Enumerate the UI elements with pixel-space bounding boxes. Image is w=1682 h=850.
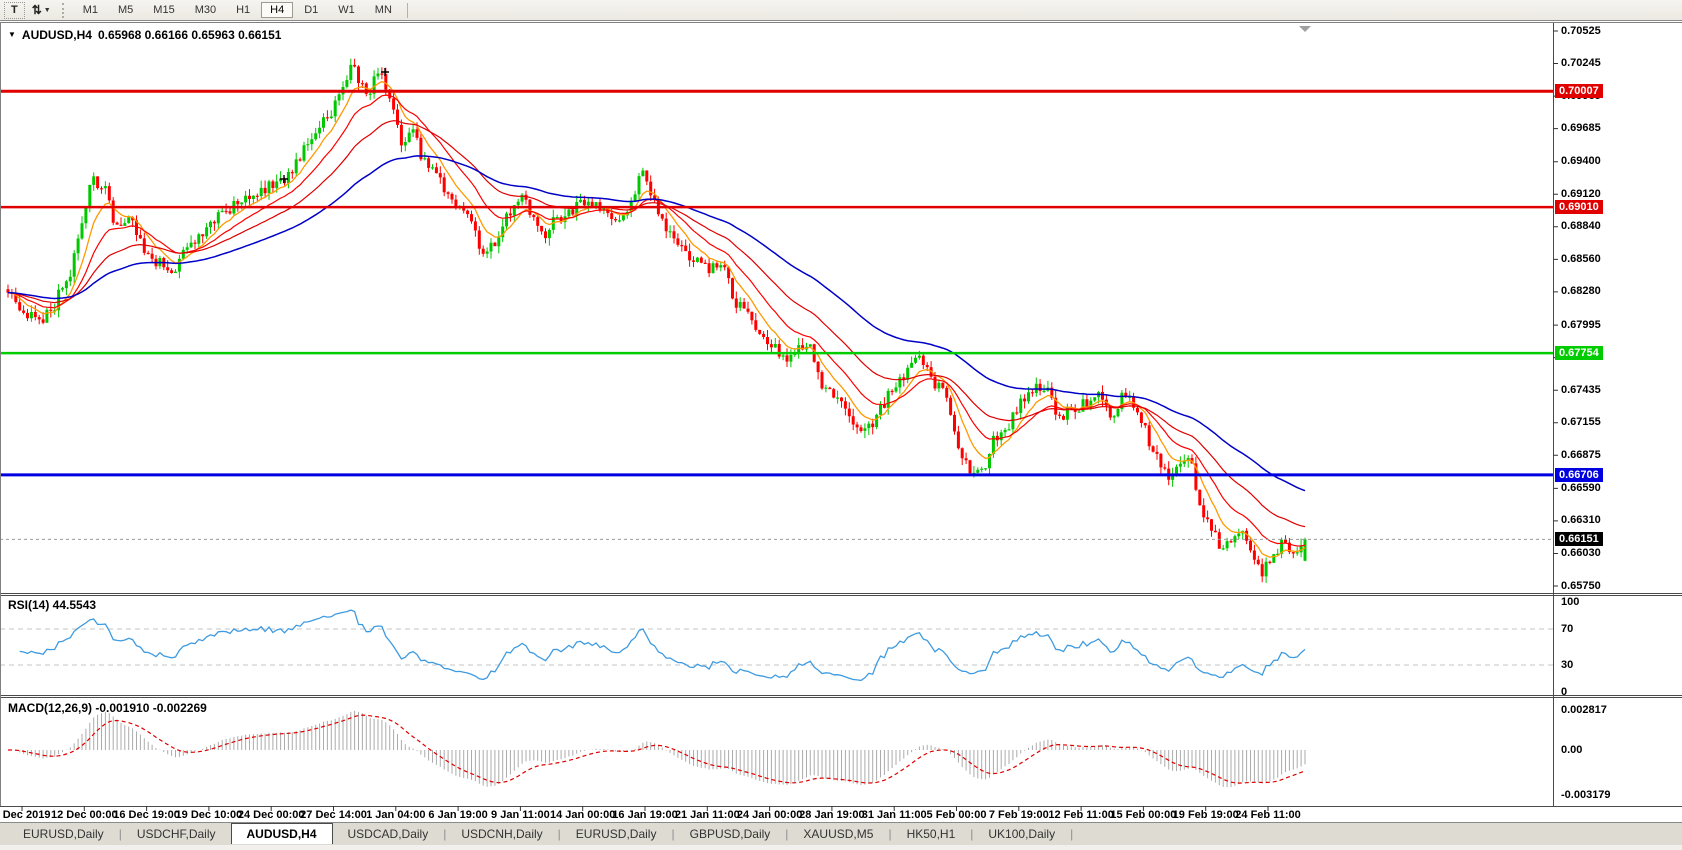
collapse-triangle-icon[interactable]: ▼ (8, 30, 16, 40)
time-tick-label: 15 Feb 00:00 (1110, 809, 1176, 821)
price-tick-label: 0.67155 (1561, 416, 1601, 428)
rsi-label: RSI(14) 44.5543 (8, 598, 96, 612)
timeframe-button-m5[interactable]: M5 (109, 2, 142, 18)
timeframe-button-m15[interactable]: M15 (144, 2, 183, 18)
price-tick-label: 0.65750 (1561, 580, 1601, 592)
time-tick-label: 12 Dec 00:00 (51, 809, 118, 821)
rsi-tick-label: 70 (1561, 623, 1573, 635)
macd-tick-label: 0.002817 (1561, 704, 1607, 716)
chart-tab-usdcad-daily[interactable]: USDCAD,Daily (333, 823, 444, 844)
timeframe-button-mn[interactable]: MN (366, 2, 401, 18)
time-tick-label: 27 Dec 14:00 (300, 809, 367, 821)
time-tick-label: 28 Jan 19:00 (799, 809, 864, 821)
time-tick-label: 24 Feb 11:00 (1235, 809, 1300, 821)
price-tick-label: 0.69400 (1561, 155, 1601, 167)
arrows-icon: ⇅ (32, 3, 42, 17)
price-tick-label: 0.69685 (1561, 122, 1601, 134)
level-price-label: 0.67754 (1555, 346, 1603, 360)
time-tick-label: 9 Dec 2019 (0, 809, 50, 821)
level-price-label: 0.66151 (1555, 532, 1603, 546)
arrows-tool-button[interactable]: ⇅ ▼ (29, 2, 54, 19)
time-tick-label: 12 Feb 11:00 (1048, 809, 1113, 821)
chart-tab-xauusd-m5[interactable]: XAUUSD,M5 (788, 823, 888, 844)
chart-tab-uk100-daily[interactable]: UK100,Daily (973, 823, 1070, 844)
chart-title-bar: ▼ AUDUSD,H4 0.65968 0.66166 0.65963 0.66… (8, 28, 281, 42)
time-tick-label: 6 Jan 19:00 (428, 809, 487, 821)
price-tick-label: 0.68280 (1561, 285, 1601, 297)
symbol-timeframe: AUDUSD,H4 (22, 28, 92, 42)
chart-tab-usdchf-daily[interactable]: USDCHF,Daily (122, 823, 231, 844)
time-tick-label: 9 Jan 11:00 (491, 809, 550, 821)
toolbar: T ⇅ ▼ M1M5M15M30H1H4D1W1MN (0, 0, 1682, 21)
rsi-tick-label: 0 (1561, 686, 1567, 698)
price-tick-label: 0.66590 (1561, 482, 1601, 494)
chart-tab-eurusd-daily[interactable]: EURUSD,Daily (8, 823, 119, 844)
toolbar-grip (62, 3, 67, 18)
macd-tick-label: -0.003179 (1561, 789, 1611, 801)
time-tick-label: 1 Jan 04:00 (366, 809, 425, 821)
timeframe-button-m1[interactable]: M1 (74, 2, 107, 18)
price-tick-label: 0.70245 (1561, 57, 1601, 69)
chart-tab-hk50-h1[interactable]: HK50,H1 (892, 823, 971, 844)
rsi-tick-label: 100 (1561, 596, 1579, 608)
time-tick-label: 16 Dec 19:00 (113, 809, 180, 821)
toolbar-separator (407, 3, 408, 18)
dropdown-caret-icon: ▼ (44, 7, 51, 14)
tab-separator: | (1070, 823, 1073, 844)
time-tick-label: 24 Dec 00:00 (238, 809, 305, 821)
chart-tab-gbpusd-daily[interactable]: GBPUSD,Daily (675, 823, 786, 844)
chart-tab-eurusd-daily[interactable]: EURUSD,Daily (561, 823, 672, 844)
price-tick-label: 0.69120 (1561, 188, 1601, 200)
chart-tab-audusd-h4[interactable]: AUDUSD,H4 (231, 823, 333, 844)
timeframe-button-m30[interactable]: M30 (186, 2, 225, 18)
level-price-label: 0.66706 (1555, 468, 1603, 482)
price-tick-label: 0.66310 (1561, 514, 1601, 526)
level-price-label: 0.69010 (1555, 200, 1603, 214)
text-tool-button[interactable]: T (4, 2, 25, 19)
time-tick-label: 16 Jan 19:00 (612, 809, 677, 821)
price-tick-label: 0.66030 (1561, 547, 1601, 559)
rsi-tick-label: 30 (1561, 659, 1573, 671)
price-tick-label: 0.68840 (1561, 220, 1601, 232)
time-tick-label: 31 Jan 11:00 (862, 809, 927, 821)
time-tick-label: 24 Jan 00:00 (737, 809, 802, 821)
timeframe-button-h4[interactable]: H4 (261, 2, 293, 18)
price-tick-label: 0.70525 (1561, 25, 1601, 37)
timeframe-button-w1[interactable]: W1 (329, 2, 364, 18)
chart-tab-bar: EURUSD,Daily | USDCHF,DailyAUDUSD,H4USDCAD… (0, 822, 1682, 850)
chart-tab-usdcnh-daily[interactable]: USDCNH,Daily (446, 823, 557, 844)
macd-tick-label: 0.00 (1561, 744, 1582, 756)
quote-values: 0.65968 0.66166 0.65963 0.66151 (98, 28, 282, 42)
timeframe-button-d1[interactable]: D1 (295, 2, 327, 18)
price-tick-label: 0.66875 (1561, 449, 1601, 461)
price-tick-label: 0.68560 (1561, 253, 1601, 265)
timeframe-button-group: M1M5M15M30H1H4D1W1MN (73, 0, 402, 21)
level-price-label: 0.70007 (1555, 84, 1603, 98)
time-tick-label: 21 Jan 11:00 (675, 809, 740, 821)
time-tick-label: 5 Feb 00:00 (927, 809, 987, 821)
timeframe-button-h1[interactable]: H1 (227, 2, 259, 18)
price-tick-label: 0.67995 (1561, 319, 1601, 331)
price-tick-label: 0.67435 (1561, 384, 1601, 396)
time-tick-label: 7 Feb 19:00 (989, 809, 1049, 821)
time-tick-label: 19 Dec 10:00 (176, 809, 243, 821)
macd-label: MACD(12,26,9) -0.001910 -0.002269 (8, 701, 207, 715)
time-tick-label: 14 Jan 00:00 (550, 809, 615, 821)
time-tick-label: 19 Feb 19:00 (1173, 809, 1239, 821)
